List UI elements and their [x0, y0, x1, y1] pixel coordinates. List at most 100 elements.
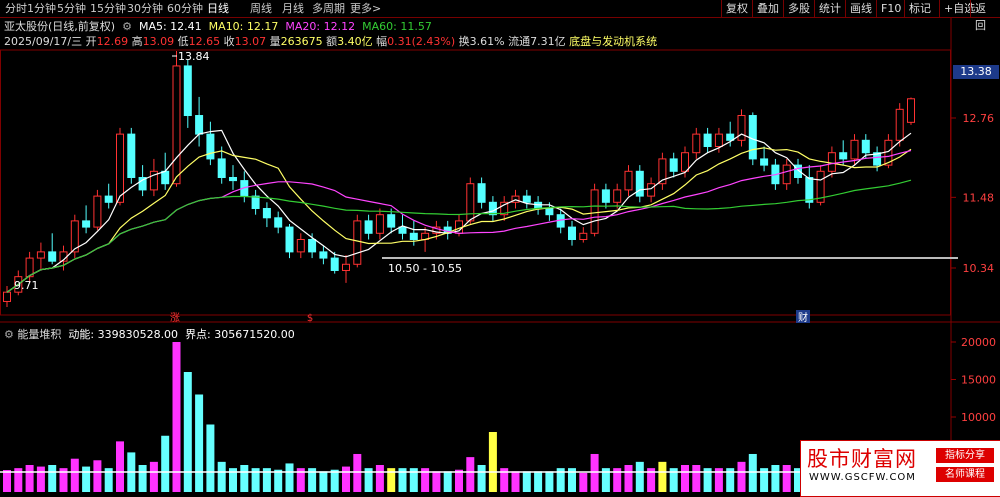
candle-57	[647, 183, 656, 197]
kline-chart[interactable]: 12.76 11.48 10.34 10.50 - 10.55 13.84 9.71 涨 $ 财…	[0, 0, 1000, 495]
candle-17	[195, 115, 204, 135]
candle-50	[568, 226, 576, 240]
volume-bar-7	[82, 466, 91, 492]
volume-bar-43	[488, 432, 497, 492]
volume-bar-29	[330, 469, 339, 492]
volume-bar-65	[737, 461, 746, 492]
volume-bar-15	[172, 342, 181, 492]
candle-55	[624, 170, 633, 191]
volume-bar-24	[274, 469, 283, 492]
volume-bar-12	[138, 465, 147, 492]
candle-9	[104, 195, 113, 203]
candle-8	[93, 195, 102, 228]
volume-bar-8	[93, 460, 102, 492]
candle-62	[703, 133, 712, 148]
candle-53	[601, 189, 610, 203]
volume-bar-31	[353, 453, 362, 492]
candle-76	[861, 139, 870, 154]
volume-bar-33	[375, 465, 384, 492]
candle-69	[782, 164, 791, 185]
indicator-header: ⚙ 能量堆积 动能: 339830528.00 界点: 305671520.00	[4, 326, 295, 342]
candle-67	[760, 158, 769, 166]
volume-bar-14	[161, 435, 170, 492]
volume-bar-39	[443, 471, 452, 492]
indicator-settings-icon[interactable]: ⚙	[4, 328, 14, 341]
candle-59	[669, 158, 678, 172]
candle-32	[364, 220, 373, 234]
candle-74	[839, 152, 848, 160]
indicator-name[interactable]: 能量堆积	[17, 328, 61, 341]
volume-bar-69	[782, 465, 791, 492]
watermark-title: 股市财富网	[807, 447, 917, 471]
candle-71	[805, 177, 814, 203]
volume-bar-13	[149, 461, 158, 492]
volume-bar-3	[36, 466, 45, 492]
volume-bar-51	[579, 472, 588, 492]
candle-79	[895, 108, 904, 141]
candle-11	[127, 133, 136, 179]
candle-46	[522, 195, 531, 203]
volume-bar-60	[681, 465, 689, 492]
candle-75	[850, 139, 859, 160]
volume-bar-0	[3, 470, 11, 492]
candle-56	[635, 170, 644, 197]
candle-48	[545, 207, 554, 216]
volume-bar-46	[522, 471, 531, 492]
candle-51	[579, 232, 588, 240]
volume-bar-4	[48, 465, 57, 492]
candle-0	[3, 291, 11, 302]
volume-bar-42	[477, 465, 486, 492]
low-price-label: 9.71	[14, 279, 39, 292]
volume-bar-18	[206, 424, 215, 492]
ind-tick-0: 20000	[961, 336, 996, 349]
ind-tick-2: 10000	[961, 411, 996, 424]
candle-4	[48, 251, 57, 262]
watermark-tag-course: 名师课程	[936, 467, 994, 482]
candle-16	[183, 65, 192, 117]
candle-10	[116, 133, 124, 203]
volume-bar-38	[432, 471, 441, 492]
price-tick-1: 11.48	[963, 191, 995, 204]
volume-bar-68	[771, 465, 780, 492]
candle-20	[229, 177, 237, 182]
candle-30	[342, 263, 350, 271]
candle-23	[262, 207, 271, 219]
candle-31	[353, 220, 362, 265]
candle-63	[714, 133, 723, 148]
candle-14	[161, 170, 170, 185]
volume-bar-30	[342, 466, 350, 492]
candle-24	[274, 217, 283, 228]
site-watermark: 股市财富网 WWW.GSCFW.COM 指标分享 名师课程	[800, 440, 1000, 497]
price-tick-2: 10.34	[963, 262, 995, 275]
volume-bar-47	[534, 471, 543, 492]
candle-43	[488, 201, 497, 216]
volume-bar-6	[70, 458, 79, 492]
candle-42	[477, 183, 486, 203]
volume-bar-17	[195, 394, 204, 492]
volume-bar-58	[658, 461, 667, 492]
volume-bar-56	[635, 461, 644, 492]
marker-1: $	[307, 313, 313, 324]
volume-bar-28	[319, 471, 328, 492]
candle-33	[375, 214, 384, 234]
high-price-label: 13.84	[178, 50, 210, 63]
marker-0: 涨	[170, 312, 180, 324]
volume-bar-48	[545, 471, 554, 492]
range-label: 10.50 - 10.55	[388, 262, 462, 275]
candle-54	[613, 189, 622, 203]
volume-bar-52	[590, 453, 599, 492]
volume-bar-61	[692, 465, 701, 492]
candle-73	[827, 152, 836, 172]
candle-36	[409, 232, 418, 240]
volume-bar-45	[511, 471, 520, 492]
volume-bar-41	[466, 457, 475, 492]
candle-7	[82, 220, 91, 228]
candle-28	[319, 251, 328, 259]
candle-15	[172, 65, 181, 185]
candle-80	[907, 98, 915, 123]
volume-bar-21	[240, 465, 249, 492]
candle-61	[692, 133, 701, 154]
marker-2: 财	[798, 311, 808, 324]
volume-bar-25	[285, 463, 294, 492]
indicator-energy: 动能: 339830528.00	[68, 328, 179, 341]
